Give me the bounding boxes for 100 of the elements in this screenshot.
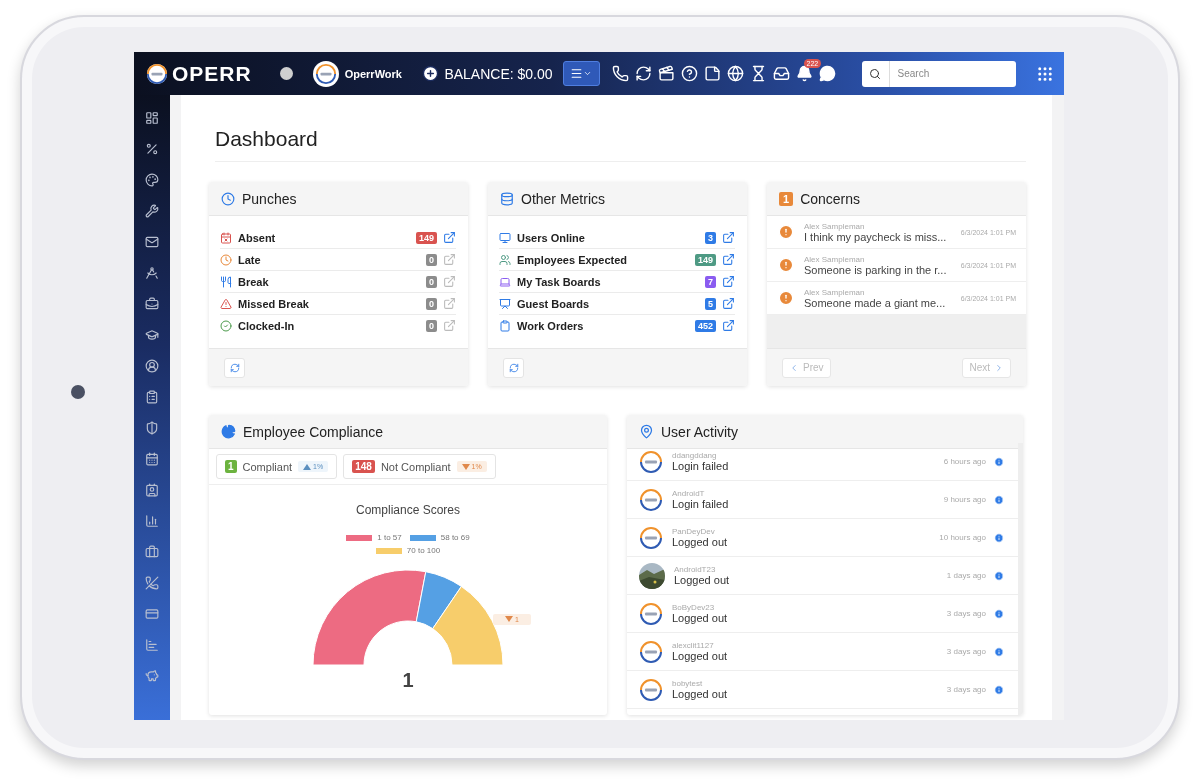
wrench-icon[interactable] — [145, 204, 159, 218]
clipboard-icon[interactable] — [145, 390, 159, 404]
count-badge: 0 — [426, 297, 437, 310]
timestamp: 6 hours ago — [943, 457, 986, 466]
pie-chart-icon — [221, 424, 236, 439]
status-dot — [279, 67, 293, 80]
clapperboard-icon[interactable] — [657, 65, 675, 82]
info-icon[interactable] — [994, 494, 1004, 505]
external-link-icon[interactable] — [722, 253, 735, 266]
user-name: ddangddang — [672, 451, 718, 460]
check-circle-icon — [220, 319, 232, 332]
row-label: Missed Break — [238, 297, 310, 310]
dashboard-icon[interactable] — [145, 111, 159, 125]
count-badge: 0 — [426, 253, 437, 266]
contact-icon[interactable] — [145, 483, 159, 497]
count-badge: 148 — [352, 460, 375, 473]
clock-icon — [221, 191, 235, 206]
refresh-icon — [229, 362, 240, 373]
concern-message: Someone is parking in the r... — [804, 263, 948, 276]
info-icon[interactable] — [994, 608, 1004, 619]
refresh-button[interactable] — [224, 357, 245, 378]
help-icon[interactable] — [680, 65, 698, 82]
external-link-icon[interactable] — [722, 275, 735, 288]
phone-off-icon[interactable] — [145, 576, 159, 590]
user-name: PanDeyDev — [672, 527, 716, 536]
timestamp: 3 days ago — [946, 685, 986, 694]
info-icon[interactable] — [994, 570, 1004, 581]
caret-icon — [303, 463, 312, 470]
info-icon[interactable] — [994, 684, 1004, 695]
user-name: AndroidT — [672, 489, 706, 498]
info-icon[interactable] — [994, 532, 1004, 543]
author-name: Alex Sampleman — [804, 254, 866, 264]
external-link-icon[interactable] — [443, 231, 456, 244]
count-badge: 5 — [705, 297, 716, 310]
user-name: BoByDev23 — [672, 603, 716, 612]
calendar-icon[interactable] — [145, 452, 159, 466]
workspace-name: OperrWork — [344, 67, 402, 80]
shield-icon[interactable] — [145, 421, 159, 435]
alert-icon — [778, 257, 794, 273]
presentation-icon — [499, 297, 511, 310]
activity-text: Logged out — [672, 536, 729, 548]
piggy-bank-icon[interactable] — [145, 669, 159, 683]
search-field[interactable]: Search — [861, 60, 1016, 87]
chart-title: Compliance Scores — [355, 503, 460, 517]
credit-card-icon[interactable] — [145, 607, 159, 621]
count-badge: 7 — [705, 275, 716, 288]
chevron-left-icon — [789, 362, 799, 373]
compass-icon[interactable] — [145, 266, 159, 280]
count-badge: 0 — [426, 275, 437, 288]
timestamp: 1 days ago — [946, 571, 986, 580]
users-icon — [499, 253, 511, 266]
legend-label: 70 to 100 — [406, 546, 441, 555]
row-label: My Task Boards — [517, 275, 602, 288]
menu-button[interactable] — [562, 61, 600, 86]
add-icon[interactable] — [422, 65, 440, 82]
count-badge: 149 — [415, 231, 437, 244]
external-link-icon[interactable] — [722, 297, 735, 310]
gauge-value: 1 — [402, 669, 414, 692]
stat-label: Not Compliant — [380, 460, 451, 473]
chat-icon[interactable] — [818, 65, 836, 82]
refresh-icon[interactable] — [634, 65, 652, 82]
camera-icon — [71, 385, 85, 399]
bar-chart-icon[interactable] — [145, 514, 159, 528]
utensils-icon — [220, 275, 232, 288]
info-icon[interactable] — [994, 646, 1004, 657]
percent-icon[interactable] — [145, 142, 159, 156]
apps-grid-icon[interactable] — [1036, 64, 1054, 83]
activity-text: Logged out — [672, 650, 729, 662]
count-badge: 0 — [426, 319, 437, 332]
timestamp: 9 hours ago — [943, 495, 986, 504]
concern-message: Someone made a giant me... — [804, 296, 947, 309]
graduation-cap-icon[interactable] — [145, 328, 159, 342]
phone-icon[interactable] — [611, 65, 629, 82]
external-link-icon[interactable] — [722, 231, 735, 244]
briefcase-icon[interactable] — [145, 545, 159, 559]
caret-icon — [461, 463, 470, 470]
timestamp: 10 hours ago — [939, 533, 986, 542]
external-link-icon[interactable] — [722, 319, 735, 332]
activity-text: Logged out — [674, 574, 731, 586]
globe-icon[interactable] — [726, 65, 744, 82]
balance-text: BALANCE: $0.00 — [444, 65, 553, 82]
user-name: AndroidT23 — [674, 565, 717, 574]
count-badge: 3 — [705, 231, 716, 244]
chart-icon[interactable] — [145, 638, 159, 652]
bell-icon[interactable] — [795, 65, 813, 82]
timestamp: 3 days ago — [946, 609, 986, 618]
laptop-icon — [499, 275, 511, 288]
row-label: Work Orders — [517, 319, 585, 332]
briefcase-icon[interactable] — [145, 297, 159, 311]
refresh-button[interactable] — [503, 357, 524, 378]
timestamp: 3 days ago — [946, 647, 986, 656]
user-avatar — [639, 639, 663, 664]
inbox-icon[interactable] — [772, 65, 790, 82]
note-icon[interactable] — [703, 65, 721, 82]
count-badge: 1 — [779, 191, 794, 206]
calendar-x-icon — [220, 231, 232, 244]
mail-icon[interactable] — [145, 235, 159, 249]
user-icon[interactable] — [145, 359, 159, 373]
palette-icon[interactable] — [145, 173, 159, 187]
info-icon[interactable] — [994, 456, 1004, 467]
